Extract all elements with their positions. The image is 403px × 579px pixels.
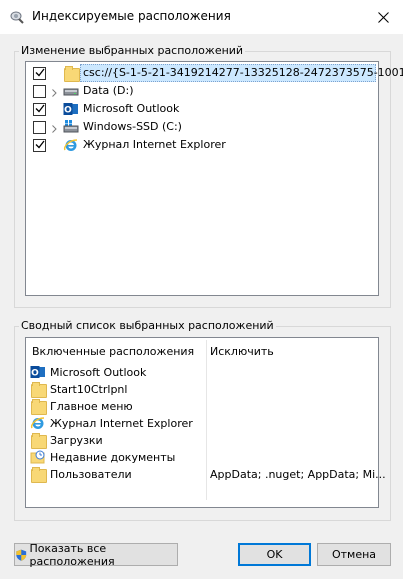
column-header-included: Включенные расположения [32, 345, 195, 358]
system-drive-icon [63, 119, 79, 135]
tree-item[interactable]: Data (D:) [26, 82, 374, 100]
tree-item-label: Microsoft Outlook [83, 102, 180, 115]
summary-row[interactable]: Загрузки [30, 432, 370, 449]
check-icon [35, 104, 45, 113]
summary-location-label: Microsoft Outlook [50, 366, 147, 379]
show-all-locations-button[interactable]: Показать все расположения [14, 541, 178, 568]
tree-item[interactable]: Windows-SSD (C:) [26, 118, 374, 136]
tree-item[interactable]: Журнал Internet Explorer [26, 136, 374, 154]
admin-shield-icon [16, 549, 27, 561]
summary-location-label: Загрузки [50, 434, 103, 447]
outlook-icon: O [30, 364, 46, 380]
summary-row[interactable]: Недавние документы [30, 449, 370, 466]
summary-location-label: Start10Ctrlpnl [50, 383, 128, 396]
summary-location-label: Недавние документы [50, 451, 176, 464]
cancel-button[interactable]: Отмена [317, 543, 391, 566]
folder-icon [30, 466, 47, 483]
svg-text:O: O [31, 369, 39, 379]
outlook-icon: O [63, 101, 79, 117]
locations-tree[interactable]: csc://{S-1-5-21-3419214277-13325128-2472… [25, 61, 403, 296]
ok-button[interactable]: OK [238, 543, 311, 566]
tree-item-checkbox[interactable] [33, 67, 46, 80]
summary-exclude-label: AppData; .nuget; AppData; Mi... [210, 468, 386, 481]
summary-row[interactable]: Пользователи AppData; .nuget; AppData; Mi… [30, 466, 386, 483]
close-icon [377, 11, 389, 23]
tree-item-checkbox[interactable] [33, 85, 46, 98]
tree-item-label: Журнал Internet Explorer [83, 138, 226, 151]
summary-row[interactable]: O Microsoft Outlook [30, 364, 370, 381]
tree-item-label: Windows-SSD (C:) [83, 120, 182, 133]
cancel-label: Отмена [331, 548, 377, 561]
column-header-exclude: Исключить [210, 345, 274, 358]
summary-row[interactable]: Главное меню [30, 398, 370, 415]
tree-item-label: Data (D:) [83, 84, 134, 97]
ok-label: OK [266, 548, 283, 561]
folder-icon [30, 398, 47, 415]
recent-icon [30, 449, 46, 465]
summary-label: Сводный список выбранных расположений [19, 319, 276, 332]
expand-chevron-icon[interactable] [51, 87, 58, 97]
ie-icon [30, 415, 46, 431]
window-title: Индексируемые расположения [32, 9, 231, 23]
indexing-options-icon [9, 10, 25, 24]
tree-item-checkbox[interactable] [33, 103, 46, 116]
title-bar: Индексируемые расположения [0, 0, 403, 34]
drive-icon [63, 83, 79, 99]
summary-location-label: Пользователи [50, 468, 132, 481]
check-icon [35, 68, 45, 77]
change-locations-label: Изменение выбранных расположений [19, 44, 246, 57]
tree-item[interactable]: csc://{S-1-5-21-3419214277-13325128-2472… [26, 64, 403, 82]
close-button[interactable] [367, 4, 399, 30]
show-all-locations-label: Показать все расположения [29, 541, 115, 568]
tree-item-checkbox[interactable] [33, 139, 46, 152]
summary-row[interactable]: Start10Ctrlpnl [30, 381, 370, 398]
summary-location-label: Главное меню [50, 400, 133, 413]
folder-icon [30, 432, 47, 449]
folder-icon [63, 65, 80, 82]
ie-icon [63, 137, 79, 153]
summary-list[interactable]: Включенные расположения Исключить O Micro… [25, 337, 386, 508]
summary-row[interactable]: Журнал Internet Explorer [30, 415, 370, 432]
summary-location-label: Журнал Internet Explorer [50, 417, 193, 430]
tree-item-label: csc://{S-1-5-21-3419214277-13325128-2472… [83, 66, 403, 79]
tree-item[interactable]: O Microsoft Outlook [26, 100, 374, 118]
tree-item-checkbox[interactable] [33, 121, 46, 134]
check-icon [35, 140, 45, 149]
svg-text:O: O [64, 106, 72, 116]
folder-icon [30, 381, 47, 398]
expand-chevron-icon[interactable] [51, 123, 58, 133]
